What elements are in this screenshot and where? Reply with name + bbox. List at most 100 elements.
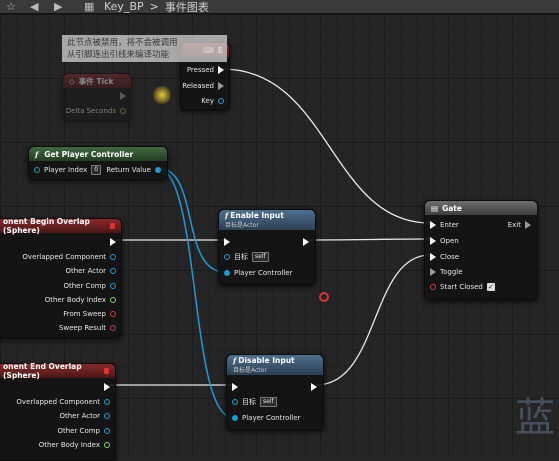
- gate-toggle-pin[interactable]: Toggle: [430, 267, 463, 277]
- begin-overlap-node[interactable]: onent Begin Overlap (Sphere) Overlapped …: [0, 217, 122, 338]
- gate-node[interactable]: ▤ Gate Enter Exit Open Close Toggle Star…: [424, 200, 538, 300]
- released-pin[interactable]: Released: [182, 81, 224, 91]
- exec-in-icon[interactable]: [232, 383, 238, 391]
- exec-in-icon[interactable]: [430, 268, 436, 276]
- data-pin-icon[interactable]: [430, 284, 436, 290]
- gate-enter-pin[interactable]: Enter: [430, 220, 459, 230]
- data-pin-icon[interactable]: [110, 297, 116, 303]
- data-pin-icon[interactable]: [224, 254, 230, 260]
- exec-out-icon[interactable]: [120, 92, 126, 100]
- forward-arrow-icon[interactable]: ▶: [54, 0, 68, 13]
- data-pin-icon[interactable]: [155, 167, 161, 173]
- gate-icon: ▤: [431, 203, 439, 213]
- enable-target-input[interactable]: self: [252, 252, 269, 262]
- breadcrumb: ▦ Key_BP > 事件图表: [84, 0, 209, 15]
- data-pin-icon[interactable]: [110, 254, 116, 260]
- data-pin-icon[interactable]: [104, 428, 110, 434]
- data-pin-icon[interactable]: [110, 283, 116, 289]
- enable-input-node[interactable]: f Enable Input 目标是Actor 目标 self Player Co…: [218, 209, 316, 285]
- data-pin-icon[interactable]: [110, 311, 116, 317]
- delta-seconds-pin[interactable]: Delta Seconds: [66, 106, 126, 116]
- end-other-comp-pin[interactable]: Other Comp: [57, 426, 110, 436]
- exec-in-icon[interactable]: [430, 221, 436, 229]
- gate-exit-pin[interactable]: Exit: [508, 220, 531, 230]
- end-overlap-header[interactable]: onent End Overlap (Sphere): [0, 362, 115, 380]
- breadcrumb-graph[interactable]: 事件图表: [165, 0, 209, 15]
- disable-input-header[interactable]: f Disable Input 目标是Actor: [227, 355, 323, 375]
- end-other-body-index-pin[interactable]: Other Body Index: [39, 440, 110, 450]
- gate-open-pin[interactable]: Open: [430, 236, 459, 246]
- breadcrumb-separator: >: [149, 0, 159, 13]
- end-other-actor-pin[interactable]: Other Actor: [59, 411, 110, 421]
- data-pin-icon[interactable]: [110, 325, 116, 331]
- data-pin-icon[interactable]: [34, 167, 40, 173]
- exec-out-icon[interactable]: [218, 82, 224, 90]
- start-closed-checkbox[interactable]: ✓: [486, 283, 495, 291]
- gate-close-pin[interactable]: Close: [430, 252, 459, 262]
- exec-in-icon[interactable]: [224, 238, 230, 246]
- red-ring-marker: [319, 292, 329, 302]
- exec-out-icon[interactable]: [525, 221, 531, 229]
- from-sweep-pin[interactable]: From Sweep: [63, 309, 116, 319]
- event-tick-header[interactable]: ◇ 事件 Tick: [63, 74, 131, 88]
- exec-in-icon[interactable]: [430, 237, 436, 245]
- exec-out-icon[interactable]: [110, 238, 116, 246]
- disable-input-node[interactable]: f Disable Input 目标是Actor 目标 self Player C…: [226, 354, 324, 430]
- function-icon: f: [233, 356, 237, 365]
- data-pin-icon[interactable]: [232, 415, 238, 421]
- event-icon: ◇: [69, 76, 75, 86]
- exec-out-icon[interactable]: [311, 383, 317, 391]
- function-icon: f: [35, 149, 39, 159]
- sweep-result-pin[interactable]: Sweep Result: [59, 323, 116, 333]
- get-player-controller-node[interactable]: f Get Player Controller Player Index 0 R…: [28, 146, 168, 180]
- star-icon[interactable]: ☆: [6, 0, 20, 13]
- enable-exec-in-pin[interactable]: [224, 237, 230, 247]
- exec-out-icon[interactable]: [218, 66, 224, 74]
- mouse-cursor-highlight: [153, 86, 171, 104]
- return-value-pin[interactable]: Return Value: [106, 165, 161, 175]
- blueprint-icon: ▦: [84, 0, 95, 13]
- event-tick-node[interactable]: ◇ 事件 Tick Delta Seconds: [62, 73, 132, 121]
- disable-exec-in-pin[interactable]: [232, 382, 238, 392]
- data-pin-icon[interactable]: [104, 399, 110, 405]
- enable-target-pin[interactable]: 目标 self: [224, 252, 269, 262]
- player-index-pin[interactable]: Player Index 0: [34, 165, 102, 175]
- exec-in-icon[interactable]: [430, 253, 436, 261]
- back-arrow-icon[interactable]: ◀: [30, 0, 44, 13]
- tick-exec-pin[interactable]: [120, 91, 126, 101]
- gate-header[interactable]: ▤ Gate: [425, 201, 537, 215]
- end-overlap-node[interactable]: onent End Overlap (Sphere) Overlapped Co…: [0, 362, 116, 461]
- other-comp-pin[interactable]: Other Comp: [63, 281, 116, 291]
- enable-player-controller-pin[interactable]: Player Controller: [224, 268, 292, 278]
- disable-exec-out-pin[interactable]: [311, 382, 317, 392]
- player-index-input[interactable]: 0: [91, 165, 102, 175]
- overlapped-component-pin[interactable]: Overlapped Component: [22, 252, 116, 262]
- begin-overlap-header[interactable]: onent Begin Overlap (Sphere): [0, 217, 121, 235]
- data-pin-icon[interactable]: [224, 270, 230, 276]
- data-pin-icon[interactable]: [110, 268, 116, 274]
- breadcrumb-blueprint[interactable]: Key_BP: [104, 0, 144, 13]
- enable-exec-out-pin[interactable]: [303, 237, 309, 247]
- end-exec-pin[interactable]: [104, 382, 110, 392]
- data-pin-icon[interactable]: [218, 98, 224, 104]
- exec-out-icon[interactable]: [104, 383, 110, 391]
- data-pin-icon[interactable]: [232, 399, 238, 405]
- pressed-pin[interactable]: Pressed: [187, 65, 224, 75]
- event-badge-icon: [110, 223, 115, 229]
- enable-input-header[interactable]: f Enable Input 目标是Actor: [219, 210, 315, 230]
- toolbar: ☆ ◀ ▶ ▦ Key_BP > 事件图表: [0, 0, 559, 14]
- gate-start-closed-pin[interactable]: Start Closed ✓: [430, 282, 495, 292]
- begin-exec-pin[interactable]: [110, 237, 116, 247]
- key-pin[interactable]: Key: [201, 96, 224, 106]
- exec-out-icon[interactable]: [303, 238, 309, 246]
- disable-player-controller-pin[interactable]: Player Controller: [232, 413, 300, 423]
- get-player-controller-header[interactable]: f Get Player Controller: [29, 147, 167, 161]
- data-pin-icon[interactable]: [104, 413, 110, 419]
- other-body-index-pin[interactable]: Other Body Index: [45, 295, 116, 305]
- end-overlapped-component-pin[interactable]: Overlapped Component: [16, 397, 110, 407]
- data-pin-icon[interactable]: [120, 108, 126, 114]
- other-actor-pin[interactable]: Other Actor: [65, 266, 116, 276]
- disable-target-input[interactable]: self: [260, 397, 277, 407]
- disable-target-pin[interactable]: 目标 self: [232, 397, 277, 407]
- data-pin-icon[interactable]: [104, 442, 110, 448]
